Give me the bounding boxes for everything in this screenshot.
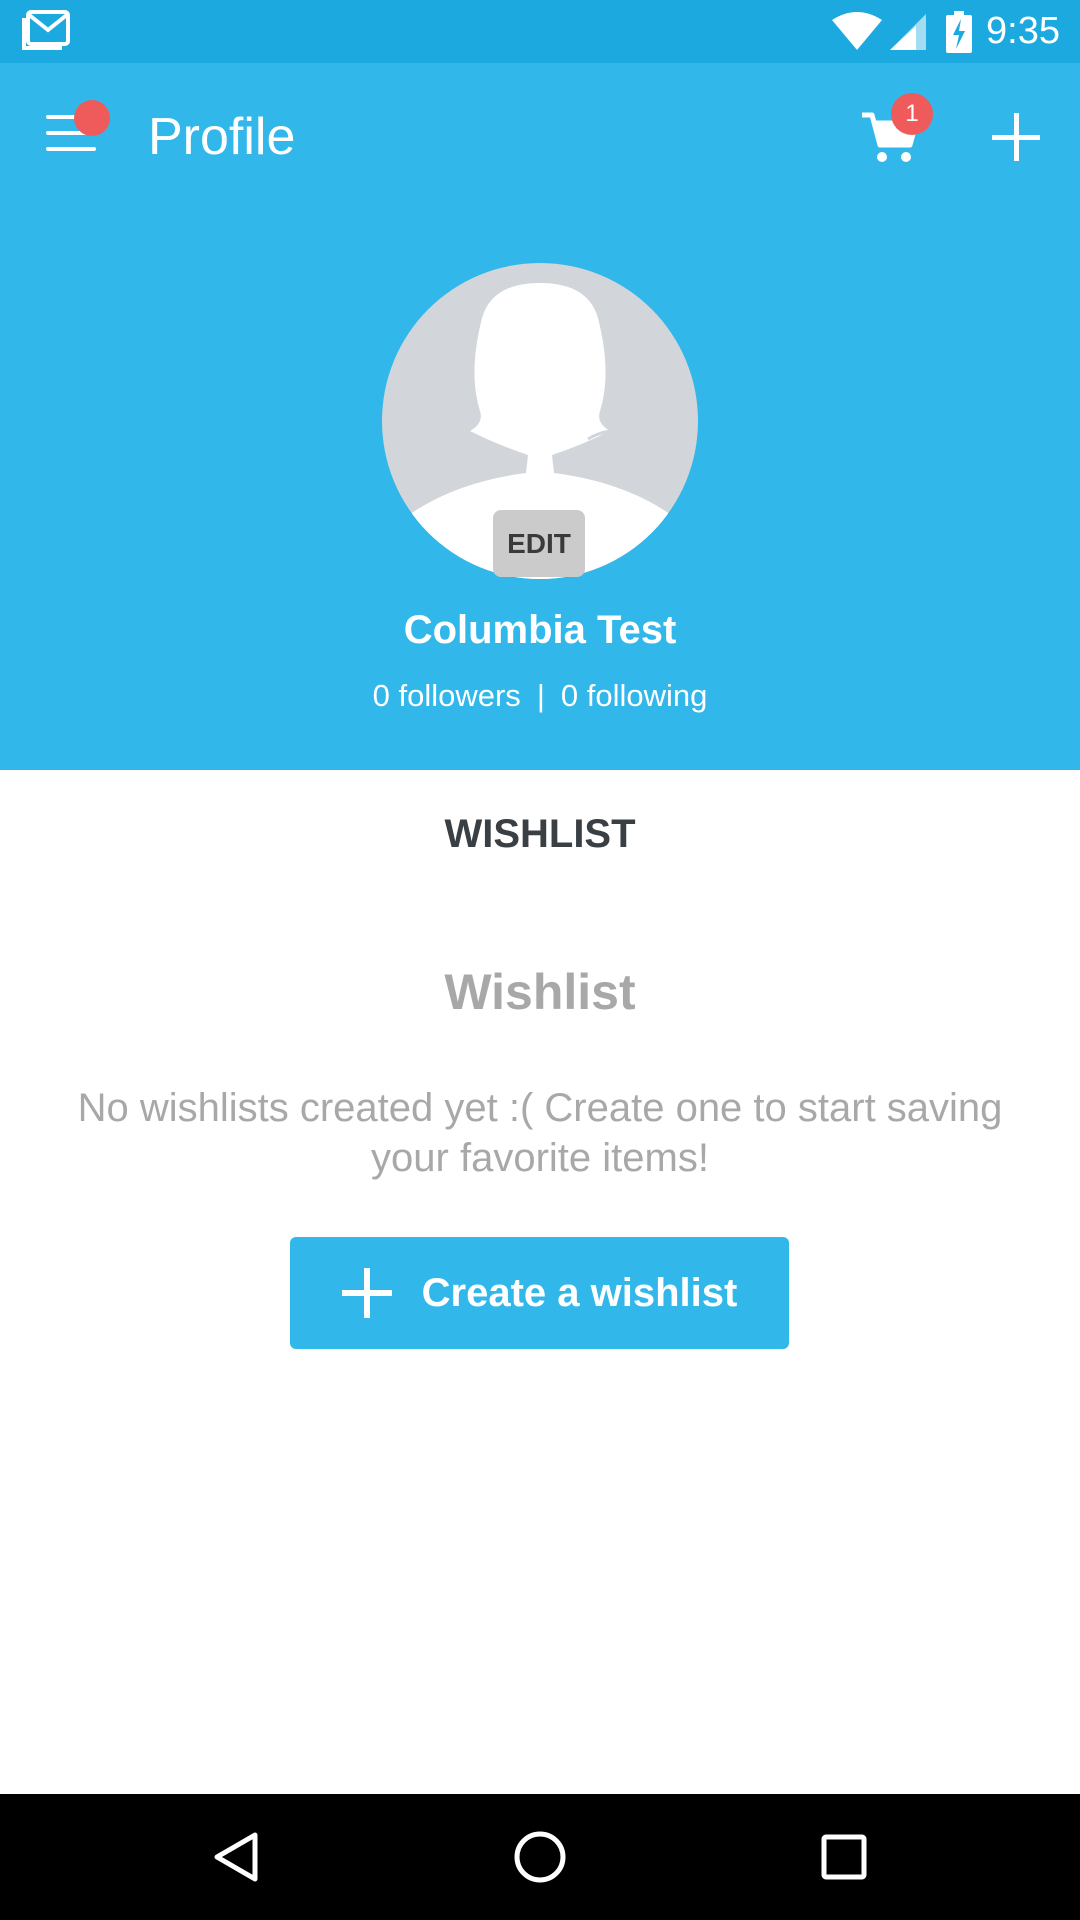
page-title: Profile: [148, 108, 296, 166]
status-icons: 9:35: [832, 0, 1060, 63]
empty-state-title: Wishlist: [444, 964, 636, 1020]
add-icon[interactable]: [990, 111, 1042, 163]
profile-name: Columbia Test: [403, 608, 677, 652]
edit-avatar-button[interactable]: EDIT: [493, 510, 585, 577]
back-triangle-icon[interactable]: [207, 1827, 267, 1887]
create-wishlist-button[interactable]: Create a wishlist: [290, 1237, 789, 1349]
battery-charging-icon: [946, 10, 973, 53]
navigation-bar: [0, 1794, 1080, 1920]
following-count[interactable]: 0 following: [561, 678, 707, 713]
profile-header: Profile 1 EDIT Columbia Test 0 followers…: [0, 63, 1080, 770]
tab-wishlist[interactable]: WISHLIST: [0, 812, 1080, 857]
home-circle-icon[interactable]: [510, 1827, 570, 1887]
followers-count[interactable]: 0 followers: [373, 678, 521, 713]
follow-stats: 0 followers | 0 following: [0, 678, 1080, 714]
wifi-icon: [832, 11, 883, 50]
app-bar: Profile 1: [0, 63, 1080, 211]
cart-badge: 1: [891, 93, 933, 135]
gmail-icon: [22, 10, 70, 55]
plus-icon: [341, 1268, 392, 1318]
status-time: 9:35: [986, 10, 1060, 52]
notification-dot: [74, 100, 110, 136]
signal-icon: [890, 13, 927, 50]
recents-square-icon[interactable]: [814, 1827, 874, 1887]
create-wishlist-label: Create a wishlist: [421, 1270, 738, 1315]
status-bar: 9:35: [0, 0, 1080, 63]
empty-state-message: No wishlists created yet :( Create one t…: [77, 1086, 1003, 1180]
follow-separator: |: [536, 678, 545, 713]
